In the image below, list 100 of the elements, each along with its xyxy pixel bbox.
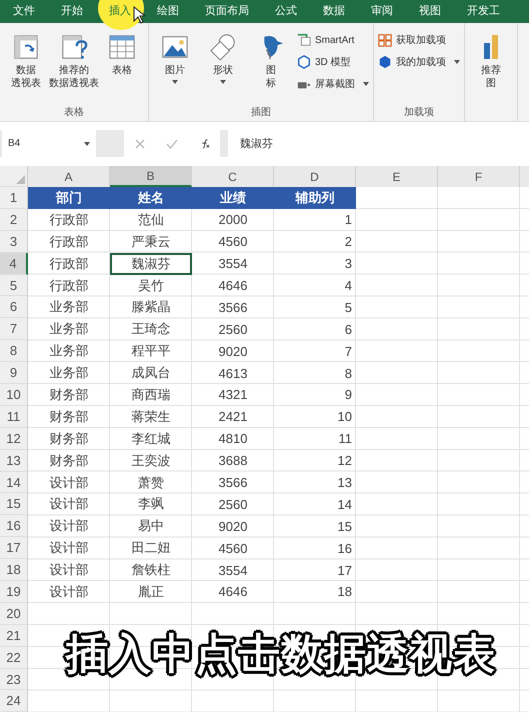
row-header[interactable]: 12: [0, 428, 28, 450]
table-cell-text: 成凤台: [130, 364, 172, 382]
row-header[interactable]: 22: [0, 646, 28, 669]
row-header[interactable]: 5: [0, 274, 28, 296]
row-header[interactable]: 9: [0, 362, 28, 384]
smartart-icon: [297, 33, 311, 47]
table-cell-text: 3566: [218, 474, 248, 492]
ribbon-button[interactable]: 推荐 图: [469, 27, 513, 119]
column-header[interactable]: F: [438, 166, 520, 187]
ribbon-tab[interactable]: 文件: [0, 0, 48, 23]
row-header[interactable]: 10: [0, 384, 28, 406]
table-cell-text: 13: [336, 474, 353, 492]
cancel-icon[interactable]: [134, 138, 146, 150]
table-cell: 魏淑芬: [110, 252, 192, 275]
table-cell-text: 2560: [218, 496, 248, 514]
select-all-icon[interactable]: [16, 175, 25, 184]
ribbon-button[interactable]: 3D 模型: [297, 53, 369, 71]
column-header[interactable]: E: [356, 166, 438, 187]
ribbon-tab[interactable]: 开始: [48, 0, 96, 23]
ribbon-tab[interactable]: 视图: [406, 0, 454, 23]
row-header[interactable]: 21: [0, 624, 28, 647]
table-cell-text: 财务部: [48, 408, 90, 426]
row-header[interactable]: 1: [0, 187, 28, 209]
row-header[interactable]: 2: [0, 208, 28, 231]
table-cell-text: 2560: [218, 320, 248, 339]
table-cell-text: 吴竹: [137, 276, 165, 294]
row-header[interactable]: 23: [0, 668, 28, 690]
table-cell-text: 财务部: [48, 452, 90, 470]
table-cell-text: 胤正: [137, 582, 165, 601]
check-icon[interactable]: [166, 138, 178, 150]
table-cell-text: 王奕波: [130, 452, 172, 470]
row-header[interactable]: 14: [0, 472, 28, 494]
cube-icon: [378, 55, 392, 69]
table-cell-text: 王琦念: [130, 320, 172, 338]
row-header[interactable]: 16: [0, 515, 28, 538]
table-cell-text: 设计部: [48, 474, 90, 492]
ribbon-button[interactable]: SmartArt: [297, 31, 369, 49]
table-cell-text: 15: [336, 518, 353, 536]
table-cell-text: 行政部: [48, 210, 90, 229]
row-header[interactable]: 15: [0, 493, 28, 516]
row-header[interactable]: 18: [0, 559, 28, 582]
group-label: 表格: [63, 106, 85, 119]
row-header[interactable]: 7: [0, 318, 28, 340]
table-cell-text: 4321: [218, 386, 248, 404]
ribbon-tab[interactable]: 审阅: [358, 0, 406, 23]
table-cell-text: 设计部: [48, 539, 90, 558]
ribbon-button[interactable]: 形状: [201, 27, 245, 105]
ribbon-tab[interactable]: 页面布局: [192, 0, 262, 23]
table-cell-text: 行政部: [48, 276, 90, 294]
ribbon-button[interactable]: 获取加载项: [378, 31, 460, 49]
row-header[interactable]: 19: [0, 581, 28, 603]
table-cell-text: 4646: [218, 277, 248, 295]
row-header[interactable]: 3: [0, 230, 28, 253]
table-cell-text: 3: [344, 255, 353, 274]
table-cell-text: 14: [336, 496, 353, 514]
shapes-icon: [209, 33, 237, 61]
row-header[interactable]: 17: [0, 537, 28, 560]
table-cell-text: 设计部: [48, 582, 90, 601]
table-cell-text: 11: [338, 430, 353, 448]
row-header[interactable]: 24: [0, 690, 28, 712]
ribbon-button[interactable]: 数据 透视表: [4, 27, 48, 105]
table-cell-text: 易中: [137, 517, 165, 536]
row-header[interactable]: 13: [0, 450, 28, 472]
name-box[interactable]: B4: [2, 130, 96, 157]
column-header[interactable]: B: [110, 166, 192, 187]
row-header[interactable]: 20: [0, 602, 28, 625]
formula-field[interactable]: 魏淑芬: [228, 130, 529, 157]
table-cell-text: 田二妞: [130, 539, 172, 558]
ribbon-button[interactable]: 表格: [100, 27, 144, 105]
table-cell-text: 12: [336, 452, 353, 470]
column-title: 辅助列: [274, 187, 356, 209]
table-cell-text: 财务部: [48, 430, 90, 448]
table-cell-text: 设计部: [48, 561, 90, 580]
row-header[interactable]: 6: [0, 296, 28, 318]
table-cell-text: 业务部: [48, 364, 90, 382]
ribbon-tab[interactable]: 绘图: [144, 0, 192, 23]
ribbon-tab[interactable]: 数据: [310, 0, 358, 23]
table-cell-text: 李飒: [137, 495, 165, 514]
row-header[interactable]: 4: [0, 252, 28, 275]
table-cell-text: 3566: [218, 298, 248, 317]
table-cell-text: 詹铁柱: [130, 561, 172, 580]
table-cell-text: 4560: [218, 233, 248, 252]
ribbon-button[interactable]: 屏幕截图: [297, 75, 369, 93]
pivot-table-icon: [12, 33, 40, 61]
table-cell-text: 业务部: [48, 342, 90, 360]
table-cell-text: 3554: [218, 562, 248, 580]
table-cell-text: 18: [336, 583, 353, 602]
ribbon-button[interactable]: 图 标: [249, 27, 293, 105]
group-label: 插图: [250, 106, 272, 119]
ribbon-button[interactable]: 我的加载项: [378, 53, 460, 71]
column-title: 业绩: [192, 187, 274, 209]
row-header[interactable]: 11: [0, 406, 28, 428]
ribbon-tab[interactable]: 公式: [262, 0, 310, 23]
table-cell-text: 业务部: [48, 320, 90, 338]
table-cell-text: 4613: [218, 364, 248, 383]
table-cell-text: 2: [344, 233, 353, 252]
ribbon-button[interactable]: 图片: [153, 27, 197, 105]
table-cell-text: 5: [344, 298, 353, 317]
ribbon-tab[interactable]: 开发工: [454, 0, 513, 23]
row-header[interactable]: 8: [0, 340, 28, 362]
